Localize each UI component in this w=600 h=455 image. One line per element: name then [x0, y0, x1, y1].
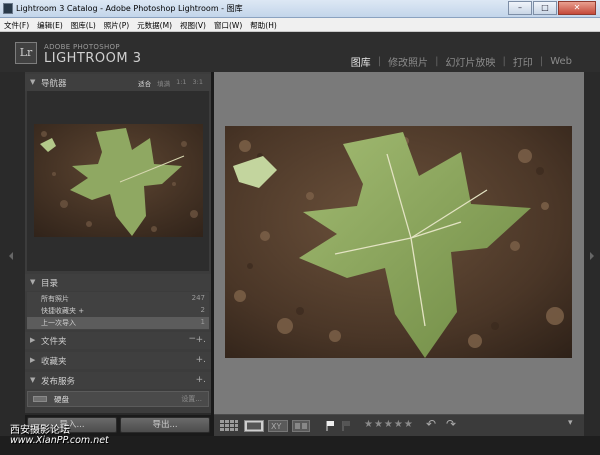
menu-item[interactable]: 文件(F) — [0, 18, 33, 31]
module-tab[interactable]: 图库 — [351, 54, 371, 69]
catalog-item-count: 2 — [200, 306, 205, 314]
zoom-1-1[interactable]: 1:1 — [176, 78, 186, 88]
hard-drive-icon — [33, 396, 47, 402]
module-separator: | — [502, 56, 506, 67]
compare-view-icon[interactable]: XY — [268, 420, 288, 432]
publish-settings-button[interactable]: 设置... — [181, 394, 202, 404]
zoom-3-1[interactable]: 3:1 — [193, 78, 203, 88]
module-tab[interactable]: 打印 — [513, 54, 533, 69]
grid-view-icon[interactable] — [220, 420, 238, 432]
add-folder-button[interactable]: +. — [196, 335, 206, 345]
module-tab[interactable]: 幻灯片放映 — [445, 54, 495, 69]
app-icon — [3, 3, 13, 14]
expand-triangle-icon: ▶ — [30, 356, 36, 364]
catalog-item-label: 快捷收藏夹 + — [41, 307, 85, 315]
folders-title: 文件夹 — [41, 337, 67, 347]
catalog-item-quick-collection[interactable]: 快捷收藏夹 + 2 — [27, 305, 209, 317]
navigator-title: 导航器 — [41, 79, 67, 89]
export-button[interactable]: 导出... — [120, 417, 210, 433]
catalog-item-previous-import[interactable]: 上一次导入 1 — [27, 317, 209, 329]
left-panel-edge[interactable] — [0, 72, 25, 442]
survey-view-icon[interactable] — [292, 420, 310, 432]
menu-item[interactable]: 视图(V) — [176, 18, 210, 31]
main-photo[interactable] — [225, 126, 572, 358]
publish-hard-drive[interactable]: 硬盘 设置... — [27, 391, 209, 407]
navigator-header[interactable]: ▼ 导航器 适合 填满 1:1 3:1 — [25, 74, 211, 91]
close-button[interactable]: ✕ — [558, 1, 596, 15]
add-collection-button[interactable]: +. — [196, 355, 206, 365]
collapse-triangle-icon: ▼ — [30, 278, 36, 286]
catalog-item-label: 上一次导入 — [41, 319, 76, 327]
collapse-triangle-icon: ▼ — [30, 78, 36, 86]
right-panel-edge[interactable] — [584, 72, 600, 442]
folders-header[interactable]: ▶ 文件夹 − +. — [25, 332, 211, 349]
toolbar: XY ★★★★★ ↶ ↷ ▾ — [214, 414, 584, 436]
minimize-button[interactable]: – — [508, 1, 532, 15]
zoom-fill[interactable]: 填满 — [157, 78, 170, 88]
module-tab[interactable]: 修改照片 — [388, 54, 428, 69]
module-tab[interactable]: Web — [550, 56, 572, 67]
module-picker: 图库 | 修改照片 | 幻灯片放映 | 打印 | Web — [351, 54, 572, 69]
svg-text:XY: XY — [271, 422, 281, 431]
menu-bar: 文件(F) 编辑(E) 图库(L) 照片(P) 元数据(M) 视图(V) 窗口(W) 帮助(H… — [0, 18, 600, 32]
navigator-zoom-options: 适合 填满 1:1 3:1 — [132, 78, 203, 88]
reject-flag-icon[interactable] — [342, 420, 352, 432]
menu-item[interactable]: 窗口(W) — [210, 18, 246, 31]
zoom-fit[interactable]: 适合 — [138, 78, 151, 88]
module-separator: | — [377, 56, 382, 67]
catalog-list: 所有照片 247 快捷收藏夹 + 2 上一次导入 1 — [27, 292, 209, 330]
lightroom-logo-icon: Lr — [15, 42, 37, 64]
collections-title: 收藏夹 — [41, 357, 67, 367]
loupe-view-icon[interactable] — [244, 420, 264, 432]
rotate-right-icon[interactable]: ↷ — [446, 417, 456, 431]
watermark-url: www.XianPP.com.net — [10, 435, 109, 446]
panel-divider — [25, 413, 211, 415]
menu-item[interactable]: 元数据(M) — [133, 18, 176, 31]
menu-item[interactable]: 照片(P) — [100, 18, 133, 31]
module-separator: | — [539, 56, 544, 67]
brand-subtitle: ADOBE PHOTOSHOP — [44, 43, 120, 51]
window-title: Lightroom 3 Catalog - Adobe Photoshop Li… — [16, 4, 243, 13]
window-title-bar: Lightroom 3 Catalog - Adobe Photoshop Li… — [0, 0, 600, 18]
flag-icon[interactable] — [326, 420, 336, 432]
watermark-title: 西安摄影论坛 — [10, 425, 70, 436]
catalog-item-count: 247 — [191, 294, 205, 302]
maximize-button[interactable]: □ — [533, 1, 557, 15]
collections-header[interactable]: ▶ 收藏夹 +. — [25, 352, 211, 369]
toolbar-menu-icon[interactable]: ▾ — [568, 418, 573, 430]
menu-item[interactable]: 帮助(H) — [246, 18, 281, 31]
catalog-header[interactable]: ▼ 目录 — [25, 274, 211, 291]
add-publish-service-button[interactable]: +. — [196, 375, 206, 385]
catalog-item-all-photos[interactable]: 所有照片 247 — [27, 293, 209, 305]
collapse-left-icon — [9, 252, 13, 260]
brand-title: LIGHTROOM 3 — [44, 51, 142, 66]
menu-item[interactable]: 图库(L) — [67, 18, 100, 31]
publish-hard-drive-label: 硬盘 — [54, 395, 69, 404]
catalog-item-label: 所有照片 — [41, 295, 69, 303]
navigator-thumbnail[interactable] — [34, 124, 203, 237]
rotate-left-icon[interactable]: ↶ — [426, 417, 436, 431]
collapse-triangle-icon: ▼ — [30, 376, 36, 384]
expand-right-icon — [590, 252, 594, 260]
module-separator: | — [435, 56, 439, 67]
catalog-item-count: 1 — [200, 318, 205, 326]
publish-services-title: 发布服务 — [41, 377, 76, 387]
expand-triangle-icon: ▶ — [30, 336, 36, 344]
menu-item[interactable]: 编辑(E) — [33, 18, 67, 31]
publish-services-header[interactable]: ▼ 发布服务 +. — [25, 372, 211, 389]
star-rating[interactable]: ★★★★★ — [364, 419, 414, 431]
catalog-title: 目录 — [41, 279, 59, 289]
